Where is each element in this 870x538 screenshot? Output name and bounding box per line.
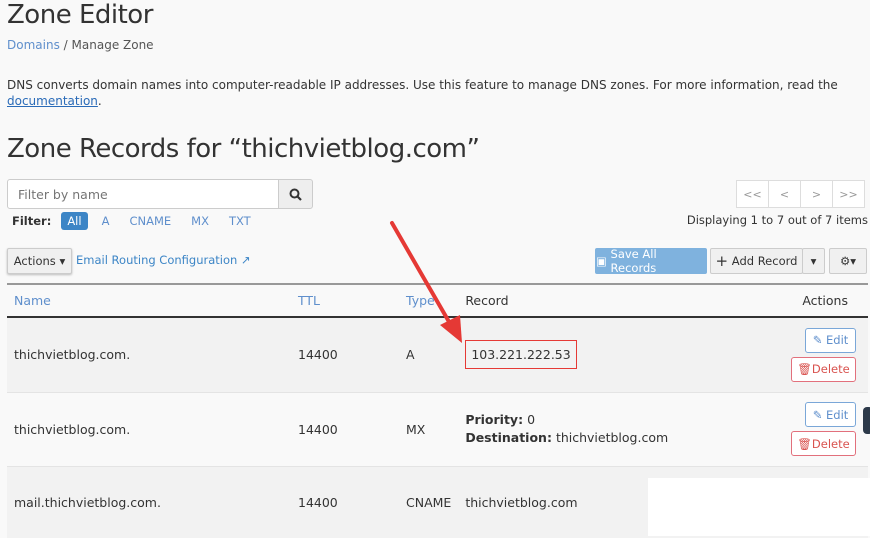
pagination: << < > >>: [736, 180, 865, 208]
filter-all[interactable]: All: [61, 212, 88, 230]
save-all-records-button[interactable]: ▣ Save All Records: [595, 247, 707, 275]
save-icon: ▣: [596, 254, 607, 268]
external-link-icon: ↗: [240, 253, 251, 267]
delete-label: Delete: [811, 436, 850, 451]
annotation-arrow-icon: [390, 221, 462, 343]
priority-value: 0: [527, 412, 536, 427]
breadcrumb-separator: /: [63, 38, 68, 52]
first-page-button[interactable]: <<: [736, 180, 769, 208]
breadcrumb-domains[interactable]: Domains: [7, 38, 60, 52]
col-actions: Actions: [753, 283, 868, 318]
plus-icon: +: [715, 252, 729, 270]
section-title: Zone Records for “thichvietblog.com”: [7, 134, 480, 164]
page-title: Zone Editor: [7, 0, 153, 30]
last-page-button[interactable]: >>: [832, 180, 865, 208]
delete-label: Delete: [811, 362, 850, 377]
record-type: MX: [406, 421, 426, 437]
edit-label: Edit: [826, 333, 849, 348]
record-ttl: 14400: [298, 421, 338, 437]
next-page-button[interactable]: >: [800, 180, 833, 208]
record-ttl: 14400: [298, 494, 338, 510]
filter-a[interactable]: A: [96, 212, 116, 230]
pencil-icon: ✎: [812, 407, 823, 422]
caret-down-icon: ▾: [810, 254, 817, 268]
trash-icon: 🗑: [797, 362, 812, 377]
record-name: thichvietblog.com.: [14, 421, 131, 437]
actions-label: Actions: [13, 254, 56, 268]
email-routing-label: Email Routing Configuration: [76, 253, 238, 267]
breadcrumb: Domains / Manage Zone: [7, 38, 154, 52]
search-input[interactable]: [7, 179, 279, 209]
description-period: .: [97, 94, 102, 108]
filter-label: Filter:: [12, 214, 52, 228]
actions-dropdown[interactable]: Actions ▾: [7, 248, 72, 274]
record-value: 103.221.222.53: [465, 340, 577, 370]
table-row: thichvietblog.com. 14400 MX Priority: 0 D…: [7, 392, 868, 466]
edit-button[interactable]: ✎ Edit: [805, 402, 856, 427]
filter-bar: Filter: All A CNAME MX TXT: [12, 212, 265, 230]
search-button[interactable]: [278, 179, 313, 209]
destination-label: Destination:: [465, 430, 552, 445]
trash-icon: 🗑: [797, 436, 812, 451]
search-icon: [289, 188, 302, 201]
prev-page-button[interactable]: <: [768, 180, 801, 208]
description: DNS converts domain names into computer-…: [7, 77, 867, 109]
priority-label: Priority:: [465, 412, 524, 427]
breadcrumb-current: Manage Zone: [71, 38, 154, 52]
documentation-link[interactable]: documentation: [7, 94, 98, 108]
add-record-dropdown[interactable]: ▾: [802, 248, 825, 274]
record-type: CNAME: [406, 494, 452, 510]
save-all-label: Save All Records: [610, 247, 657, 275]
record-name: thichvietblog.com.: [14, 347, 131, 363]
add-record-label: Add Record: [731, 254, 798, 268]
overlay-blank: [648, 478, 870, 536]
filter-mx[interactable]: MX: [185, 212, 215, 230]
settings-dropdown[interactable]: ⚙▾: [829, 248, 867, 274]
caret-down-icon: ▾: [59, 254, 66, 268]
pencil-icon: ✎: [812, 333, 823, 348]
edit-label: Edit: [826, 407, 849, 422]
delete-button[interactable]: 🗑 Delete: [791, 356, 856, 382]
scroll-tab[interactable]: [863, 407, 870, 434]
filter-txt[interactable]: TXT: [223, 212, 257, 230]
add-record-button[interactable]: + Add Record: [710, 248, 803, 274]
col-name[interactable]: Name: [7, 283, 291, 318]
col-record: Record: [458, 283, 754, 318]
filter-cname[interactable]: CNAME: [123, 212, 177, 230]
description-text: DNS converts domain names into computer-…: [7, 78, 838, 92]
email-routing-link[interactable]: Email Routing Configuration ↗: [76, 253, 251, 267]
delete-button[interactable]: 🗑 Delete: [791, 431, 856, 456]
destination-value: thichvietblog.com: [555, 430, 669, 445]
gear-icon: ⚙▾: [839, 254, 857, 268]
pagination-status: Displaying 1 to 7 out of 7 items: [686, 213, 868, 227]
record-name: mail.thichvietblog.com.: [14, 494, 161, 510]
record-value: Priority: 0 Destination: thichvietblog.co…: [458, 392, 753, 466]
edit-button[interactable]: ✎ Edit: [805, 327, 856, 353]
